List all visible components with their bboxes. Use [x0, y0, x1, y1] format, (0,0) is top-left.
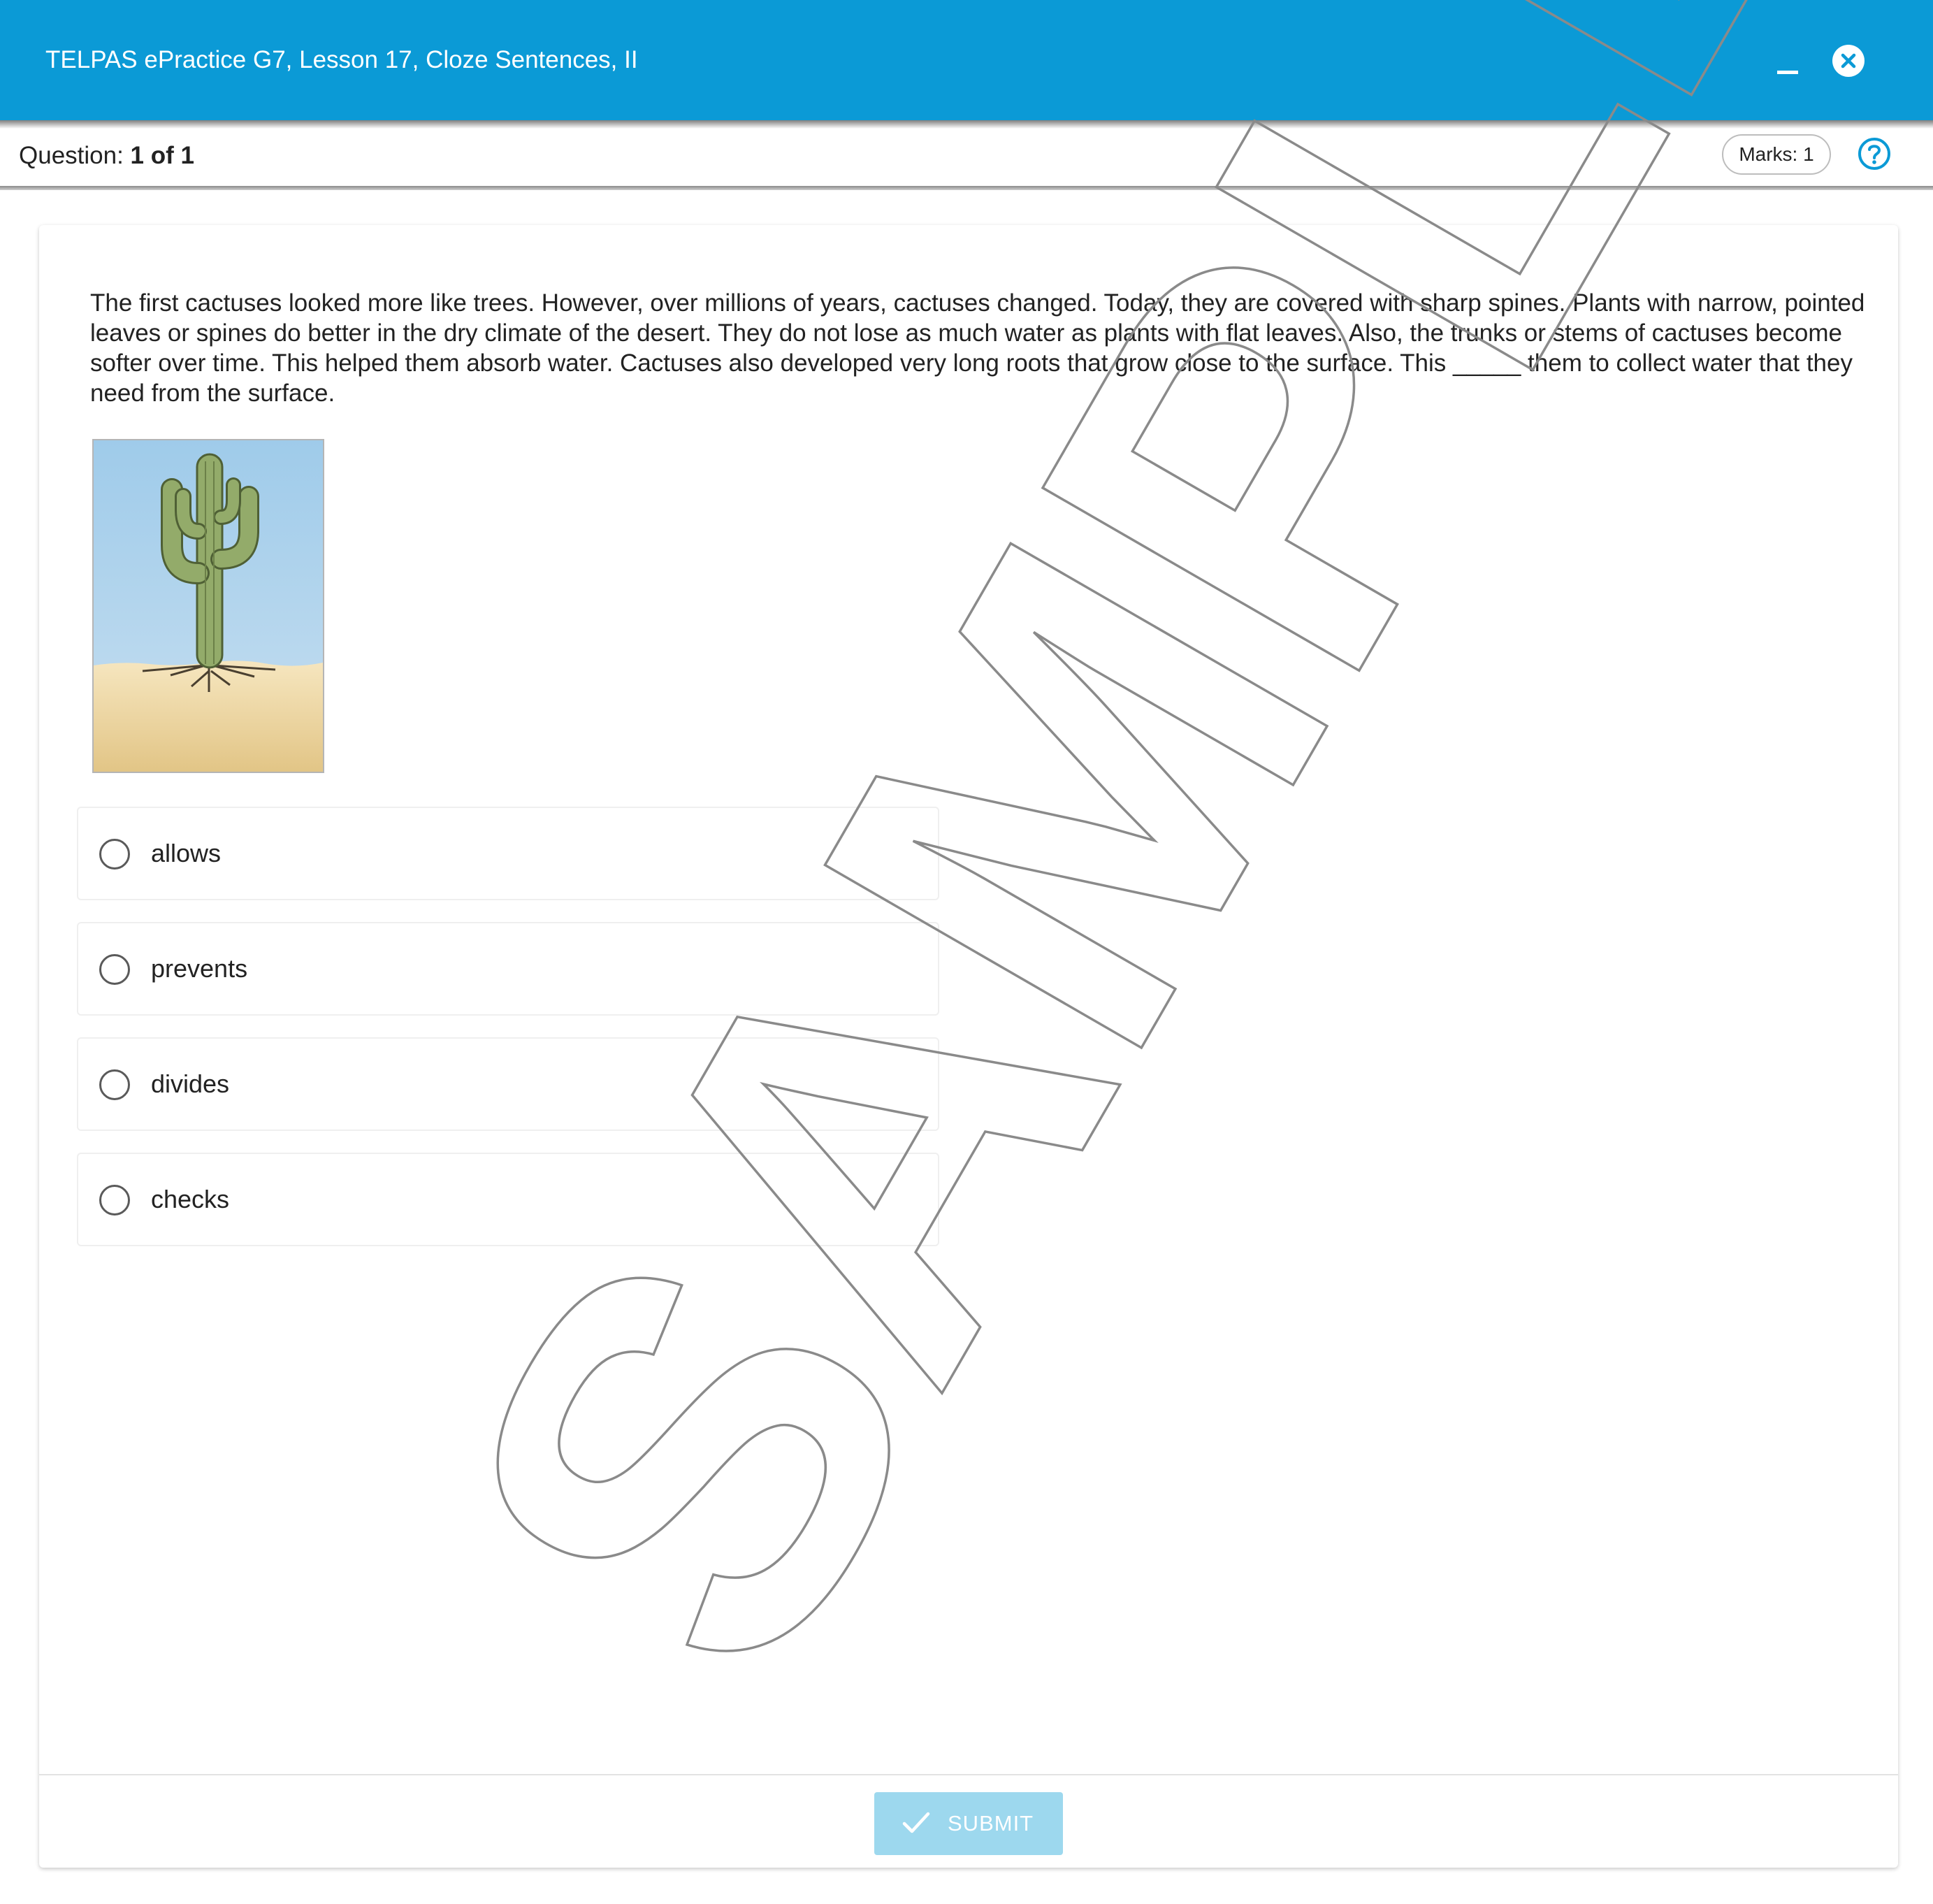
card-footer-divider [39, 1774, 1898, 1775]
option-allows[interactable]: allows [77, 807, 939, 900]
question-label: Question: [19, 142, 124, 169]
question-progress: 1 of 1 [130, 142, 194, 169]
option-label: prevents [151, 954, 248, 983]
checkmark-icon [902, 1812, 930, 1833]
question-counter: Question: 1 of 1 [19, 138, 194, 173]
submit-label: SUBMIT [948, 1811, 1034, 1836]
question-bar-divider [0, 186, 1933, 190]
help-icon[interactable] [1858, 137, 1891, 171]
submit-button[interactable]: SUBMIT [874, 1792, 1063, 1855]
option-prevents[interactable]: prevents [77, 922, 939, 1016]
cactus-image [92, 439, 324, 773]
option-checks[interactable]: checks [77, 1153, 939, 1246]
option-divides[interactable]: divides [77, 1037, 939, 1131]
option-label: divides [151, 1069, 230, 1098]
title-bar: TELPAS ePractice G7, Lesson 17, Cloze Se… [0, 0, 1933, 120]
option-label: allows [151, 839, 222, 867]
app-window: TELPAS ePractice G7, Lesson 17, Cloze Se… [0, 0, 1933, 1904]
radio-divides[interactable] [99, 1069, 130, 1100]
radio-prevents[interactable] [99, 954, 130, 985]
titlebar-shadow [0, 120, 1933, 129]
question-card: The first cactuses looked more like tree… [39, 225, 1898, 1868]
option-label: checks [151, 1185, 230, 1213]
radio-allows[interactable] [99, 839, 130, 870]
minimize-icon[interactable] [1774, 49, 1801, 77]
passage-text: The first cactuses looked more like tree… [90, 289, 1865, 407]
question-bar: Question: 1 of 1 Marks: 1 [0, 129, 1933, 187]
marks-badge: Marks: 1 [1722, 134, 1831, 175]
close-icon[interactable] [1832, 45, 1865, 77]
radio-checks[interactable] [99, 1185, 130, 1216]
window-title: TELPAS ePractice G7, Lesson 17, Cloze Se… [45, 46, 638, 73]
